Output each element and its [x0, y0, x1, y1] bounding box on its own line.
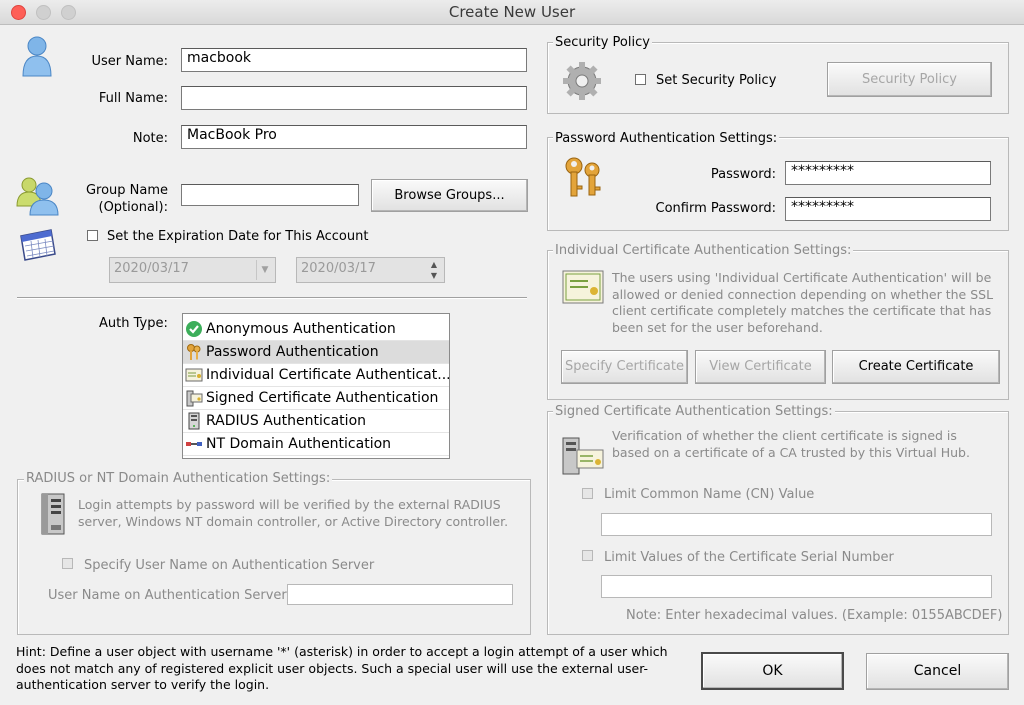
view-certificate-button[interactable]: View Certificate: [695, 350, 826, 384]
radius-settings-group-label: RADIUS or NT Domain Authentication Setti…: [24, 471, 333, 486]
confirm-password-input[interactable]: *********: [785, 197, 991, 221]
expiration-time-picker[interactable]: 2020/03/17 ▲ ▼: [296, 257, 445, 283]
group-name-input[interactable]: [181, 184, 359, 206]
spin-up-icon[interactable]: ▲: [426, 259, 442, 270]
auth-type-item-label: Signed Certificate Authentication: [206, 389, 439, 406]
group-name-label: Group Name: [85, 183, 168, 198]
auth-type-item-label: Password Authentication: [206, 343, 379, 360]
password-settings-group-label: Password Authentication Settings:: [553, 131, 780, 146]
limit-cn-label: Limit Common Name (CN) Value: [604, 487, 815, 502]
auth-type-item-label: NT Domain Authentication: [206, 435, 392, 452]
auth-type-item-radius[interactable]: RADIUS Authentication: [183, 410, 449, 433]
specify-username-label: Specify User Name on Authentication Serv…: [84, 558, 375, 573]
limit-serial-input[interactable]: [601, 575, 992, 598]
check-circle-icon: [186, 321, 202, 337]
expiration-date-value: 2020/03/17: [114, 261, 189, 276]
auth-type-item-label: Individual Certificate Authenticat...: [206, 366, 449, 383]
auth-type-item-label: RADIUS Authentication: [206, 412, 367, 429]
note-label: Note:: [132, 131, 168, 146]
password-input[interactable]: *********: [785, 161, 991, 185]
auth-server-username-label: User Name on Authentication Server:: [48, 588, 291, 603]
signed-cert-description: Verification of whether the client certi…: [612, 428, 970, 460]
group-icon: [16, 176, 60, 216]
auth-type-label: Auth Type:: [99, 316, 168, 331]
limit-cn-input[interactable]: [601, 513, 992, 536]
user-name-input[interactable]: macbook: [181, 48, 527, 72]
server-icon: [36, 492, 70, 536]
auth-type-list[interactable]: Anonymous Authentication Password Authen…: [182, 313, 450, 459]
serial-note: Note: Enter hexadecimal values. (Example…: [626, 608, 1003, 623]
auth-type-item-signed-cert[interactable]: Signed Certificate Authentication: [183, 387, 449, 410]
individual-cert-description: The users using 'Individual Certificate …: [612, 270, 994, 335]
ok-button[interactable]: OK: [701, 652, 844, 690]
security-policy-group-label: Security Policy: [553, 35, 652, 50]
certificate-icon: [562, 270, 604, 304]
spin-down-icon[interactable]: ▼: [426, 270, 442, 281]
left-separator: [17, 297, 527, 299]
server-icon: [188, 412, 200, 430]
full-name-input[interactable]: [181, 86, 527, 110]
full-name-label: Full Name:: [98, 91, 168, 106]
specify-username-checkbox[interactable]: [62, 558, 73, 569]
expiration-label: Set the Expiration Date for This Account: [107, 229, 369, 244]
signed-certificate-icon: [561, 436, 605, 476]
auth-type-item-password[interactable]: Password Authentication: [183, 341, 449, 364]
create-certificate-button[interactable]: Create Certificate: [832, 350, 1000, 384]
radius-description: Login attempts by password will be verif…: [78, 497, 509, 529]
security-policy-button[interactable]: Security Policy: [827, 62, 992, 97]
chevron-down-icon[interactable]: ▼: [256, 260, 273, 280]
user-icon: [20, 34, 54, 78]
calendar-icon: [17, 226, 57, 262]
signed-cert-group-label: Signed Certificate Authentication Settin…: [553, 404, 835, 419]
auth-server-username-input[interactable]: [287, 584, 513, 605]
set-security-policy-checkbox[interactable]: [635, 74, 646, 85]
gear-icon: [561, 60, 603, 102]
password-label: Password:: [710, 167, 776, 182]
limit-serial-label: Limit Values of the Certificate Serial N…: [604, 550, 894, 565]
browse-groups-button[interactable]: Browse Groups...: [371, 179, 528, 212]
keys-icon: [187, 344, 201, 360]
auth-type-item-individual-cert[interactable]: Individual Certificate Authenticat...: [183, 364, 449, 387]
cancel-button[interactable]: Cancel: [866, 653, 1009, 690]
confirm-password-label: Confirm Password:: [655, 201, 776, 216]
expiration-checkbox[interactable]: [87, 230, 98, 241]
specify-certificate-button[interactable]: Specify Certificate: [561, 350, 688, 384]
individual-cert-group-label: Individual Certificate Authentication Se…: [553, 243, 854, 258]
note-input[interactable]: MacBook Pro: [181, 125, 527, 149]
keys-icon: [560, 154, 606, 200]
expiration-time-value: 2020/03/17: [301, 261, 376, 276]
auth-type-item-label: Anonymous Authentication: [206, 320, 396, 337]
set-security-policy-label: Set Security Policy: [656, 73, 777, 88]
auth-type-item-nt-domain[interactable]: NT Domain Authentication: [183, 433, 449, 456]
window-title: Create New User: [448, 3, 576, 21]
group-name-optional-label: (Optional):: [98, 200, 169, 215]
certificate-icon: [185, 368, 203, 382]
limit-cn-checkbox[interactable]: [582, 488, 593, 499]
signed-certificate-icon: [186, 390, 203, 407]
expiration-date-picker[interactable]: 2020/03/17 ▼: [109, 257, 276, 283]
limit-serial-checkbox[interactable]: [582, 550, 593, 561]
user-name-label: User Name:: [91, 54, 169, 69]
auth-type-item-anonymous[interactable]: Anonymous Authentication: [183, 318, 449, 341]
network-icon: [186, 442, 202, 446]
hint-text: Hint: Define a user object with username…: [16, 644, 668, 692]
